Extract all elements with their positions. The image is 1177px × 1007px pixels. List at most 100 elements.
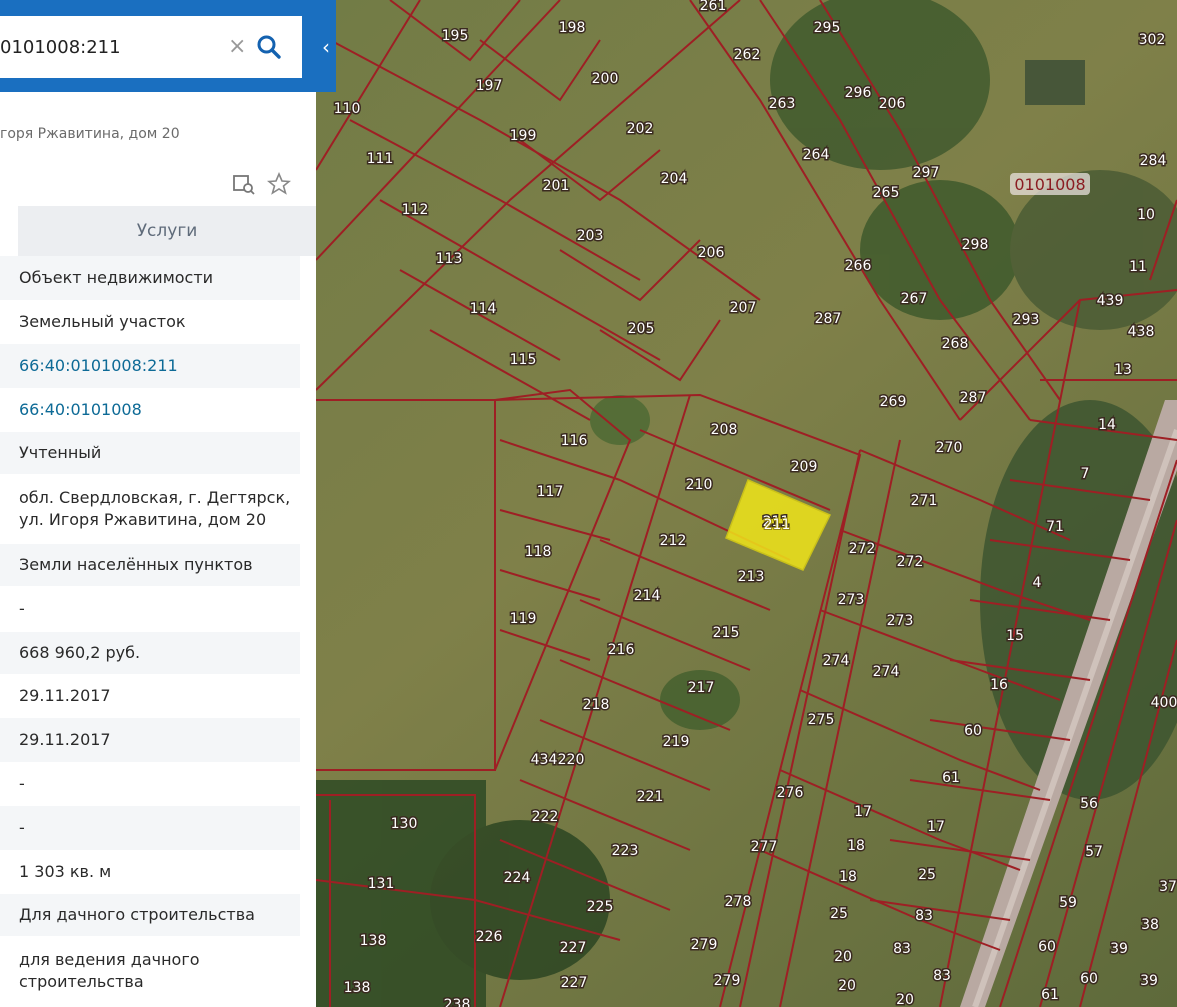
parcel-label: 238	[444, 997, 471, 1007]
parcel-label: 284	[1140, 153, 1167, 169]
parcel-label: 302	[1139, 32, 1166, 48]
parcel-label: 438	[1128, 324, 1155, 340]
parcel-label: 210	[686, 477, 713, 493]
search-input[interactable]	[0, 16, 220, 78]
parcel-label: 61	[1041, 987, 1059, 1003]
property-row: Земли населённых пунктов	[0, 544, 300, 586]
parcel-label: 202	[627, 121, 654, 137]
property-row: для ведения дачного строительства	[19, 950, 200, 991]
parcel-label: 263	[769, 96, 796, 112]
parcel-label: 298	[962, 237, 989, 253]
parcel-label: 293	[1013, 312, 1040, 328]
parcel-label: 206	[698, 245, 725, 261]
parcel-label: 261	[700, 0, 727, 14]
parcel-label: 272	[849, 541, 876, 557]
parcel-label: 116	[561, 433, 588, 449]
parcel-label: 17	[927, 819, 945, 835]
parcel-label: 138	[360, 933, 387, 949]
parcel-label: 272	[897, 554, 924, 570]
parcel-label: 274	[823, 653, 850, 669]
zoom-to-object-icon[interactable]	[232, 172, 256, 196]
parcel-label: 198	[559, 20, 586, 36]
property-row: Учтенный	[0, 432, 300, 474]
parcel-label: 218	[583, 697, 610, 713]
parcel-label: 7	[1081, 466, 1090, 482]
property-link[interactable]: 66:40:0101008:211	[0, 344, 300, 388]
tab-info[interactable]	[0, 206, 18, 256]
parcel-label: 60	[1038, 939, 1056, 955]
search-icon[interactable]	[256, 34, 282, 60]
parcel-label: 262	[734, 47, 761, 63]
property-link[interactable]: 66:40:0101008	[0, 388, 300, 432]
parcel-label: 20	[896, 992, 914, 1007]
parcel-label: 276	[777, 785, 804, 801]
parcel-label: 37	[1159, 879, 1177, 895]
parcel-label: 215	[713, 625, 740, 641]
parcel-label: 20	[834, 949, 852, 965]
parcel-label: 216	[608, 642, 635, 658]
property-row: -	[19, 774, 25, 793]
parcel-label: 227	[561, 975, 588, 991]
property-row: 29.11.2017	[0, 718, 300, 762]
parcel-label: 206	[879, 96, 906, 112]
parcel-label: 201	[543, 178, 570, 194]
parcel-label: 111	[367, 151, 394, 167]
info-panel: гоpя Ржавитина, дом 20 Услуги Объект нед…	[0, 0, 316, 1007]
parcel-label: 57	[1085, 844, 1103, 860]
parcel-label: 221	[637, 789, 664, 805]
parcel-label: 13	[1114, 362, 1132, 378]
parcel-label: 17	[854, 804, 872, 820]
parcel-label: 222	[532, 809, 559, 825]
scrollbar[interactable]	[300, 256, 316, 1007]
parcel-label: 227	[560, 940, 587, 956]
parcel-label: 10	[1137, 207, 1155, 223]
property-row: -	[0, 806, 300, 850]
parcel-label: 279	[691, 937, 718, 953]
parcel-label: 203	[577, 228, 604, 244]
parcel-label: 212	[660, 533, 687, 549]
parcel-label: 113	[436, 251, 463, 267]
parcel-label: 434	[531, 752, 558, 768]
property-row: Объект недвижимости	[0, 256, 300, 300]
tab-services[interactable]: Услуги	[18, 206, 316, 256]
parcel-label: 217	[688, 680, 715, 696]
parcel-label: 56	[1080, 796, 1098, 812]
parcel-label: 204	[661, 171, 688, 187]
parcel-label: 131	[368, 876, 395, 892]
parcel-label: 25	[830, 906, 848, 922]
star-icon[interactable]	[266, 171, 292, 196]
parcel-label: 214	[634, 588, 661, 604]
parcel-label: 112	[402, 202, 429, 218]
selected-parcel-label: 211	[764, 517, 791, 533]
parcel-label: 71	[1046, 519, 1064, 535]
parcel-label: 220	[558, 752, 585, 768]
parcel-label: 39	[1140, 973, 1158, 989]
parcel-label: 60	[964, 723, 982, 739]
parcel-label: 59	[1059, 895, 1077, 911]
property-row: 1 303 кв. м	[19, 862, 112, 881]
parcel-label: 269	[880, 394, 907, 410]
parcel-label: 271	[911, 493, 938, 509]
chevron-left-icon[interactable]: ‹	[316, 30, 336, 64]
parcel-label: 200	[592, 71, 619, 87]
property-row: -	[19, 599, 25, 618]
parcel-label: 287	[960, 390, 987, 406]
parcel-label: 18	[847, 838, 865, 854]
parcel-label: 39	[1110, 941, 1128, 957]
search-box: ×	[0, 16, 302, 78]
parcel-label: 273	[887, 613, 914, 629]
property-row: 29.11.2017	[19, 686, 111, 705]
parcel-label: 18	[839, 869, 857, 885]
close-icon[interactable]: ×	[228, 34, 246, 60]
parcel-label: 38	[1141, 917, 1159, 933]
parcel-label: 274	[873, 664, 900, 680]
parcel-label: 209	[791, 459, 818, 475]
parcel-label: 439	[1097, 293, 1124, 309]
property-row: 668 960,2 руб.	[0, 632, 300, 674]
parcel-label: 278	[725, 894, 752, 910]
tab-bar: Услуги	[0, 206, 316, 256]
parcel-label: 224	[504, 870, 531, 886]
parcel-label: 83	[893, 941, 911, 957]
parcel-label: 264	[803, 147, 830, 163]
parcel-label: 60	[1080, 971, 1098, 987]
